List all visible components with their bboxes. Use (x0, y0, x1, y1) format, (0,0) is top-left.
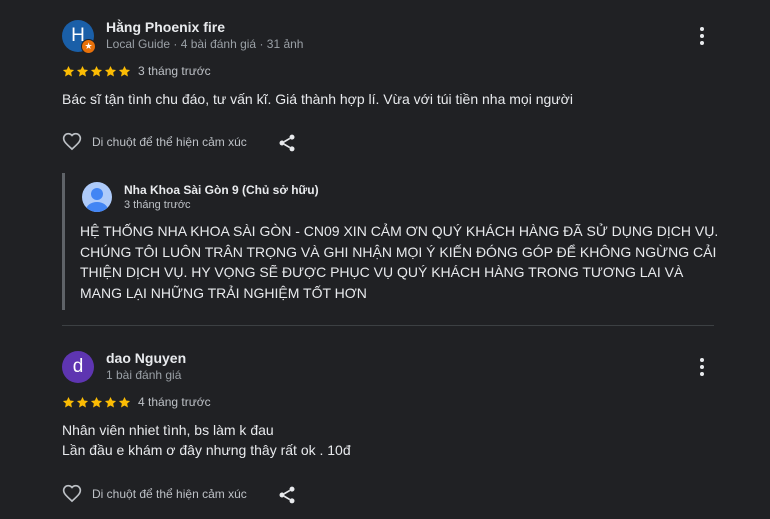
review-text: Nhân viên nhiet tình, bs làm k đau Lần đ… (62, 420, 351, 460)
star-icon (118, 65, 131, 77)
share-icon[interactable] (277, 485, 297, 505)
owner-reply-time: 3 tháng trước (124, 199, 191, 211)
react-label[interactable]: Di chuột để thể hiện cảm xúc (92, 487, 247, 501)
star-icon (76, 65, 89, 77)
review-text: Bác sĩ tận tình chu đáo, tư vấn kĩ. Giá … (62, 89, 573, 109)
avatar-letter: d (72, 356, 84, 377)
reviewer-name[interactable]: dao Nguyen (106, 350, 186, 366)
star-icon (90, 396, 103, 408)
share-icon[interactable] (277, 133, 297, 153)
person-icon (86, 188, 108, 212)
star-icon (76, 396, 89, 408)
star-icon (62, 65, 75, 77)
reviewer-meta[interactable]: 1 bài đánh giá (106, 368, 181, 382)
avatar[interactable]: d (62, 351, 94, 383)
divider (62, 325, 714, 326)
review-time: 3 tháng trước (138, 64, 211, 78)
star-rating (62, 396, 131, 409)
reviewer-meta[interactable]: Local Guide · 4 bài đánh giá · 31 ảnh (106, 37, 303, 51)
owner-name: Nha Khoa Sài Gòn 9 (Chủ sở hữu) (124, 183, 319, 197)
star-icon (118, 396, 131, 408)
review-text-line: Lần đầu e khám ơ đây nhưng thây rất ok .… (62, 442, 351, 458)
owner-avatar[interactable] (82, 182, 112, 212)
review-card: H ★ Hằng Phoenix fire Local Guide · 4 bà… (0, 0, 770, 326)
review-text-line: Bác sĩ tận tình chu đáo, tư vấn kĩ. Giá … (62, 91, 573, 107)
local-guide-badge-icon: ★ (81, 39, 96, 54)
heart-icon[interactable] (62, 132, 82, 152)
review-time: 4 tháng trước (138, 395, 211, 409)
star-icon (90, 65, 103, 77)
review-text-line: Nhân viên nhiet tình, bs làm k đau (62, 422, 274, 438)
reviewer-name[interactable]: Hằng Phoenix fire (106, 19, 225, 35)
owner-reply-text: HỆ THỐNG NHA KHOA SÀI GÒN - CN09 XIN CẢM… (80, 223, 719, 301)
star-icon (104, 65, 117, 77)
star-icon (104, 396, 117, 408)
review-card: d dao Nguyen 1 bài đánh giá 4 tháng trướ… (0, 330, 770, 519)
owner-reply: Nha Khoa Sài Gòn 9 (Chủ sở hữu) 3 tháng … (62, 173, 725, 310)
more-options-icon[interactable] (692, 357, 712, 377)
star-rating (62, 65, 131, 78)
react-label[interactable]: Di chuột để thể hiện cảm xúc (92, 135, 247, 149)
more-options-icon[interactable] (692, 26, 712, 46)
star-icon (62, 396, 75, 408)
heart-icon[interactable] (62, 484, 82, 504)
